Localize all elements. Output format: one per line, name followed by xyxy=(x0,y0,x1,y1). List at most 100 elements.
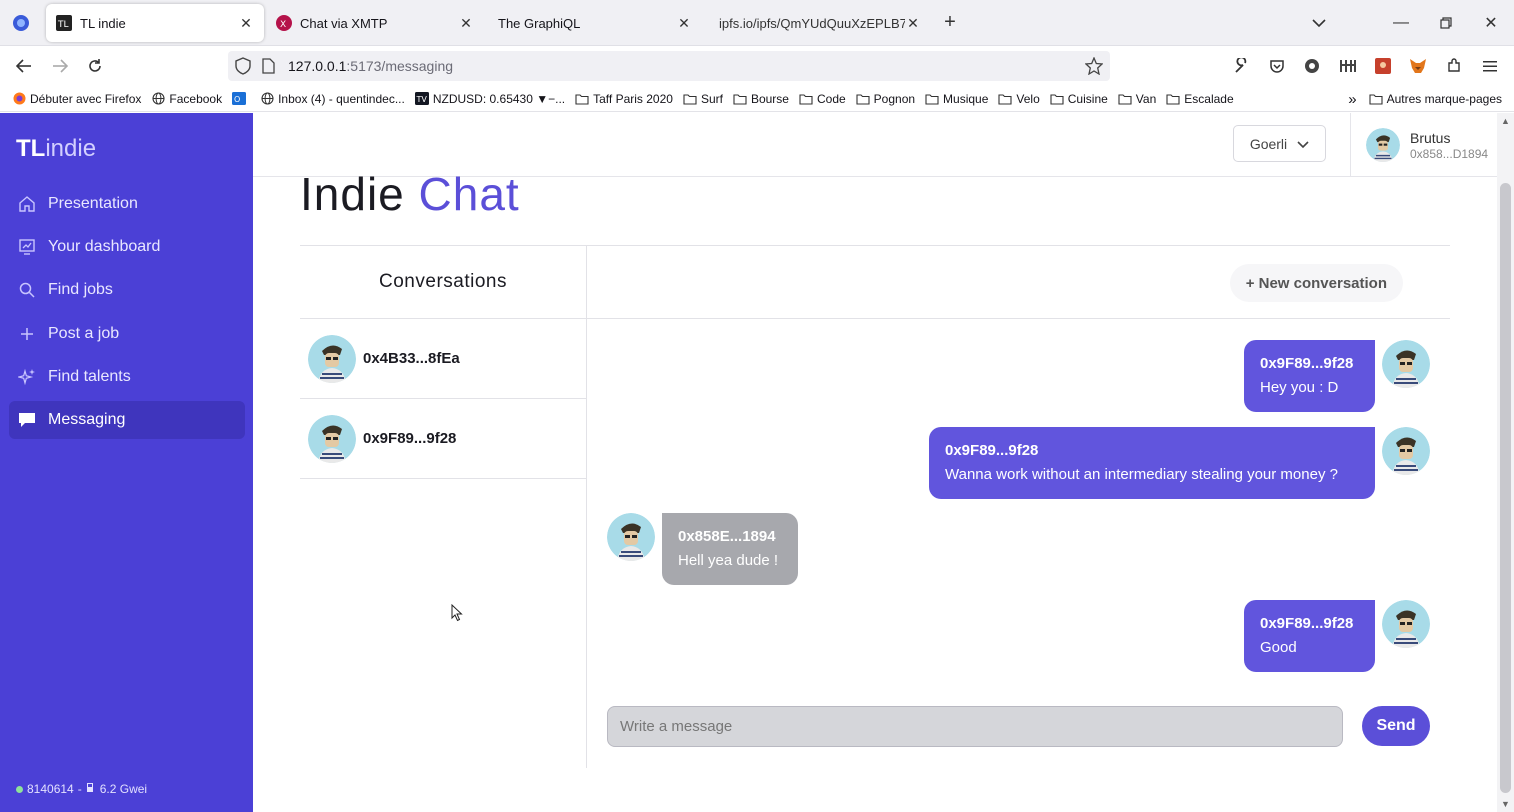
tab-chat-xmtp[interactable]: X Chat via XMTP ✕ xyxy=(266,4,484,42)
chat-icon xyxy=(17,410,37,430)
tab-close-icon[interactable]: ✕ xyxy=(458,15,474,32)
sidebar-item-find-talents[interactable]: Find talents xyxy=(9,358,245,396)
browser-window: TL TL indie ✕ X Chat via XMTP ✕ The Grap… xyxy=(0,0,1514,812)
sidebar-item-find-jobs[interactable]: Find jobs xyxy=(9,271,245,309)
bookmark-item[interactable]: O xyxy=(232,92,250,106)
chevron-down-icon xyxy=(1297,136,1309,152)
bookmark-folder[interactable]: Velo xyxy=(998,92,1040,106)
avatar xyxy=(1382,340,1430,388)
extension-grid-icon[interactable] xyxy=(1336,54,1360,78)
messages-panel: + New conversation 0x9F89...9f28 Hey you… xyxy=(587,246,1450,768)
folder-icon xyxy=(575,92,589,106)
bookmark-folder[interactable]: Taff Paris 2020 xyxy=(575,92,673,106)
scrollbar-thumb[interactable] xyxy=(1500,183,1511,793)
url-bar[interactable]: 127.0.0.1:5173/messaging xyxy=(228,51,1110,81)
message-sender: 0x9F89...9f28 xyxy=(1260,355,1354,372)
user-menu[interactable]: Brutus 0x858...D1894 xyxy=(1350,113,1497,177)
globe-icon xyxy=(260,92,274,106)
list-all-tabs-icon[interactable] xyxy=(1306,10,1332,36)
message-input[interactable] xyxy=(607,706,1343,747)
bookmark-folder[interactable]: Bourse xyxy=(733,92,789,106)
bookmarks-chevron-icon[interactable]: » xyxy=(1348,91,1356,108)
bookmark-item[interactable]: Débuter avec Firefox xyxy=(12,92,141,106)
reload-icon[interactable] xyxy=(83,54,107,78)
tab-tl-indie[interactable]: TL TL indie ✕ xyxy=(46,4,264,42)
sidebar-item-label: Post a job xyxy=(48,325,120,342)
restore-icon[interactable] xyxy=(1433,10,1459,36)
bookmark-folder[interactable]: Code xyxy=(799,92,846,106)
sidebar-item-post-job[interactable]: Post a job xyxy=(9,315,245,353)
svg-text:O: O xyxy=(234,95,240,104)
avatar xyxy=(308,414,356,463)
send-button[interactable]: Send xyxy=(1362,706,1430,746)
bookmark-folder[interactable]: Escalade xyxy=(1166,92,1234,106)
tab-graphiql[interactable]: The GraphiQL ✕ xyxy=(488,4,702,42)
avatar xyxy=(1382,600,1430,648)
user-name: Brutus xyxy=(1410,129,1451,146)
back-icon[interactable] xyxy=(12,54,36,78)
outlook-icon: O xyxy=(232,92,247,106)
globe-icon xyxy=(151,92,165,106)
bookmark-folder[interactable]: Cuisine xyxy=(1050,92,1108,106)
gas-price: 6.2 Gwei xyxy=(99,782,148,796)
new-tab-icon[interactable]: + xyxy=(940,12,960,32)
shield-icon[interactable] xyxy=(235,57,251,80)
metamask-fox-icon[interactable] xyxy=(1406,54,1430,78)
brand-logo[interactable]: TLindie xyxy=(16,135,96,163)
extension-circle-icon[interactable] xyxy=(1300,54,1324,78)
tab-close-icon[interactable]: ✕ xyxy=(676,15,692,32)
bookmark-item[interactable]: Inbox (4) - quentindec... xyxy=(260,92,405,106)
tab-title: The GraphiQL xyxy=(498,15,581,31)
folder-icon xyxy=(998,92,1012,106)
extensions-puzzle-icon[interactable] xyxy=(1442,54,1466,78)
bookmark-item[interactable]: TV NZDUSD: 0.65430 ▼−... xyxy=(414,92,565,106)
tab-ipfs[interactable]: ipfs.io/ipfs/QmYUdQuuXzEPLB7BG6 ✕ xyxy=(709,4,931,42)
folder-icon xyxy=(1166,92,1180,106)
app-sidebar: TLindie Presentation Your dashboard Find… xyxy=(0,113,253,812)
wrench-icon[interactable] xyxy=(1230,54,1254,78)
scroll-down-icon[interactable]: ▼ xyxy=(1497,797,1514,811)
message-bubble-outgoing: 0x9F89...9f28 Good xyxy=(1244,600,1375,672)
folder-icon xyxy=(799,92,813,106)
bookmark-item[interactable]: Facebook xyxy=(151,92,222,106)
sidebar-item-label: Find jobs xyxy=(48,281,113,298)
bookmark-folder[interactable]: Surf xyxy=(683,92,723,106)
extension-avatar-icon[interactable] xyxy=(1371,54,1395,78)
message-bubble-outgoing: 0x9F89...9f28 Hey you : D xyxy=(1244,340,1375,412)
message-sender: 0x9F89...9f28 xyxy=(1260,615,1354,632)
bookmark-star-icon[interactable] xyxy=(1084,56,1104,80)
folder-icon xyxy=(1118,92,1132,106)
bookmark-folder[interactable]: Van xyxy=(1118,92,1156,106)
message-text: Hell yea dude ! xyxy=(678,552,779,569)
hamburger-menu-icon[interactable] xyxy=(1478,54,1502,78)
bookmark-folder[interactable]: Musique xyxy=(925,92,988,106)
sidebar-item-presentation[interactable]: Presentation xyxy=(9,185,245,223)
tradingview-icon: TV xyxy=(414,92,429,106)
close-window-icon[interactable]: ✕ xyxy=(1478,10,1504,36)
svg-text:TV: TV xyxy=(415,95,427,104)
tab-close-icon[interactable]: ✕ xyxy=(238,15,254,32)
tab-close-icon[interactable]: ✕ xyxy=(905,15,921,32)
conversation-address: 0x4B33...8fEa xyxy=(363,350,460,367)
new-conversation-button[interactable]: + New conversation xyxy=(1229,264,1403,302)
sidebar-item-messaging[interactable]: Messaging xyxy=(9,401,245,439)
forward-icon[interactable] xyxy=(48,54,72,78)
conversation-item[interactable]: 0x9F89...9f28 xyxy=(300,399,586,479)
messages-header: + New conversation xyxy=(587,246,1450,319)
home-icon xyxy=(17,194,37,214)
bookmark-folder[interactable]: Pognon xyxy=(856,92,915,106)
network-status: 8140614 - 6.2 Gwei xyxy=(16,782,147,796)
scroll-up-icon[interactable]: ▲ xyxy=(1497,114,1514,128)
other-bookmarks[interactable]: Autres marque-pages xyxy=(1387,92,1502,106)
tlindie-favicon-icon: TL xyxy=(56,15,72,31)
network-selector[interactable]: Goerli xyxy=(1233,125,1326,162)
avatar xyxy=(308,334,356,383)
pocket-icon[interactable] xyxy=(1265,54,1289,78)
page-scrollbar[interactable]: ▲ ▼ xyxy=(1497,113,1514,812)
minimize-icon[interactable]: — xyxy=(1388,10,1414,36)
conversation-item[interactable]: 0x4B33...8fEa xyxy=(300,319,586,399)
sidebar-item-dashboard[interactable]: Your dashboard xyxy=(9,228,245,266)
firefox-menu-icon[interactable] xyxy=(10,12,32,34)
page-icon xyxy=(262,58,275,79)
page-title: Indie Chat xyxy=(300,168,520,220)
